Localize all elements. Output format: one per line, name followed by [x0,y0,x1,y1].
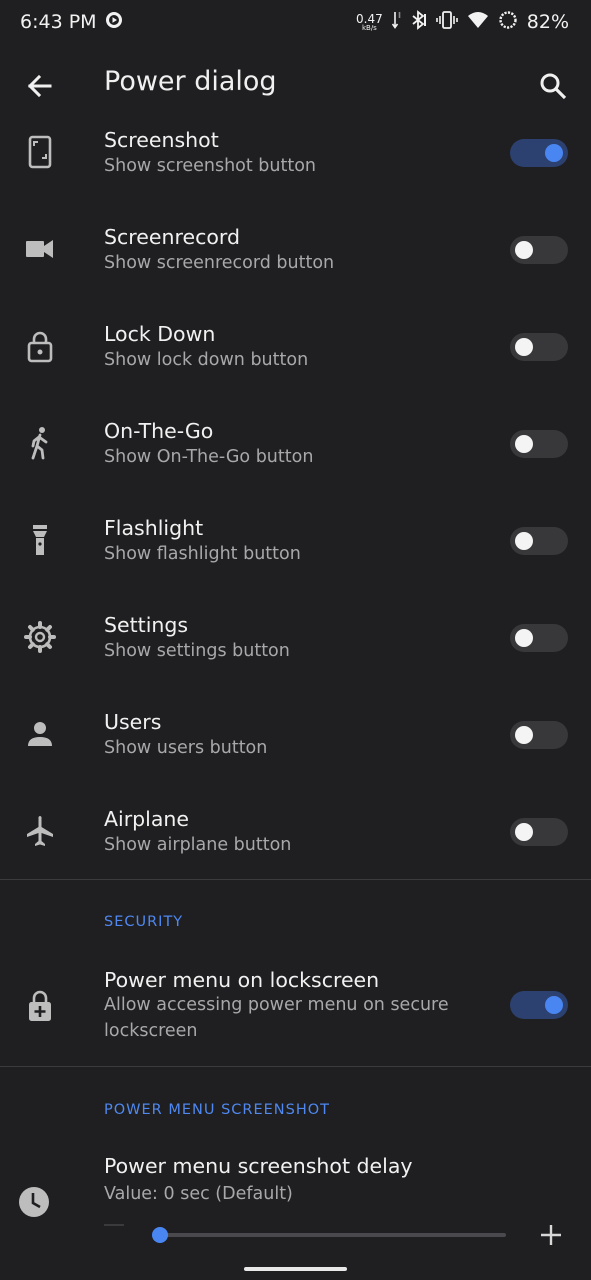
lock-icon [22,328,58,364]
item-subtitle: Show airplane button [104,835,292,855]
list-item-screenshot[interactable]: Screenshot Show screenshot button [0,126,591,223]
arrow-back-icon[interactable] [22,68,58,104]
item-title: Flashlight [104,516,204,540]
walk-icon [22,425,58,461]
toggle-knob [515,435,533,453]
vibrate-icon [435,10,458,35]
settings-toggle[interactable] [510,624,568,652]
item-title: Airplane [104,807,190,831]
item-title: Settings [104,613,189,637]
section-divider [0,1066,591,1067]
toggle-knob [515,823,533,841]
minus-icon[interactable] [104,1224,124,1226]
battery-percent: 82% [526,11,569,33]
clock-icon [16,1184,52,1220]
item-title: Screenshot [104,128,219,152]
on-the-go-toggle[interactable] [510,430,568,458]
item-title: Lock Down [104,322,216,346]
toggle-knob [515,241,533,259]
lock-down-toggle[interactable] [510,333,568,361]
item-title: Users [104,710,162,734]
videocam-icon [22,231,58,267]
list-item-lock-down[interactable]: Lock Down Show lock down button [0,320,591,417]
toggle-knob [515,532,533,550]
toggle-knob [515,726,533,744]
item-subtitle: Show settings button [104,641,290,661]
item-texts: Users Show users button [104,708,267,760]
phone-icon [22,134,58,170]
toggle-knob [545,996,563,1014]
item-subtitle: Show screenrecord button [104,253,335,273]
item-subtitle: Show users button [104,738,268,758]
bluetooth-icon [411,9,427,35]
users-toggle[interactable] [510,721,568,749]
list-item-airplane[interactable]: Airplane Show airplane button [0,805,591,902]
network-speed-unit: kB/s [361,23,377,32]
list-item-settings[interactable]: Settings Show settings button [0,611,591,708]
wifi-icon [467,11,489,34]
item-texts: Settings Show settings button [104,611,290,663]
flashlight-toggle[interactable] [510,527,568,555]
power-menu-lockscreen-toggle[interactable] [510,991,568,1019]
status-left: 6:43 PM [20,11,123,34]
list-item-screenrecord[interactable]: Screenrecord Show screenrecord button [0,223,591,320]
toggle-knob [545,144,563,162]
section-header-power-menu-screenshot: POWER MENU SCREENSHOT [104,1102,331,1118]
page-title: Power dialog [104,66,277,97]
item-subtitle: Show flashlight button [104,544,301,564]
item-title: Screenrecord [104,225,240,249]
airplane-toggle[interactable] [510,818,568,846]
person-icon [22,716,58,752]
screenshot-toggle[interactable] [510,139,568,167]
screenrecord-toggle[interactable] [510,236,568,264]
item-subtitle: Show On-The-Go button [104,447,314,467]
item-texts: Screenshot Show screenshot button [104,126,316,178]
item-title: On-The-Go [104,419,214,443]
item-texts: Flashlight Show flashlight button [104,514,301,566]
item-subtitle: Show screenshot button [104,156,317,176]
status-time: 6:43 PM [20,11,97,33]
list-item-screenshot-delay: Power menu screenshot delay Value: 0 sec… [0,1152,591,1252]
item-title: Power menu on lockscreen [104,968,380,992]
delay-value: Value: 0 sec (Default) [104,1184,293,1204]
lock-plus-icon [22,988,58,1024]
item-texts: Airplane Show airplane button [104,805,291,857]
delay-slider-track[interactable] [160,1233,506,1237]
toggle-knob [515,338,533,356]
delay-slider-thumb[interactable] [152,1227,168,1243]
toggle-knob [515,629,533,647]
item-texts: Screenrecord Show screenrecord button [104,223,334,275]
search-icon[interactable] [535,68,571,104]
item-subtitle: Show lock down button [104,350,309,370]
list-item-on-the-go[interactable]: On-The-Go Show On-The-Go button [0,417,591,514]
power-dialog-list: Screenshot Show screenshot button Screen… [0,126,591,902]
data-arrows-icon [391,10,402,35]
media-icon [105,11,123,34]
battery-ring-icon [498,10,518,35]
list-item-power-menu-lockscreen[interactable]: Power menu on lockscreen Allow accessing… [0,964,591,1054]
item-subtitle: Allow accessing power menu on secure loc… [104,995,449,1041]
item-texts: On-The-Go Show On-The-Go button [104,417,313,469]
airplane-icon [22,813,58,849]
status-right: 0.47 kB/s 82% [356,9,569,35]
section-header-security: SECURITY [104,914,184,930]
list-item-users[interactable]: Users Show users button [0,708,591,805]
plus-icon[interactable] [538,1222,564,1248]
network-speed: 0.47 kB/s [356,13,383,32]
section-divider [0,879,591,880]
list-item-flashlight[interactable]: Flashlight Show flashlight button [0,514,591,611]
item-texts: Lock Down Show lock down button [104,320,308,372]
status-bar: 6:43 PM 0.47 kB/s 82% [0,0,591,44]
gesture-nav-bar[interactable] [244,1267,347,1271]
gear-icon [22,619,58,655]
app-bar: Power dialog [0,44,591,126]
flashlight-icon [22,522,58,558]
network-speed-value: 0.47 [356,11,383,26]
item-title: Power menu screenshot delay [104,1154,413,1178]
